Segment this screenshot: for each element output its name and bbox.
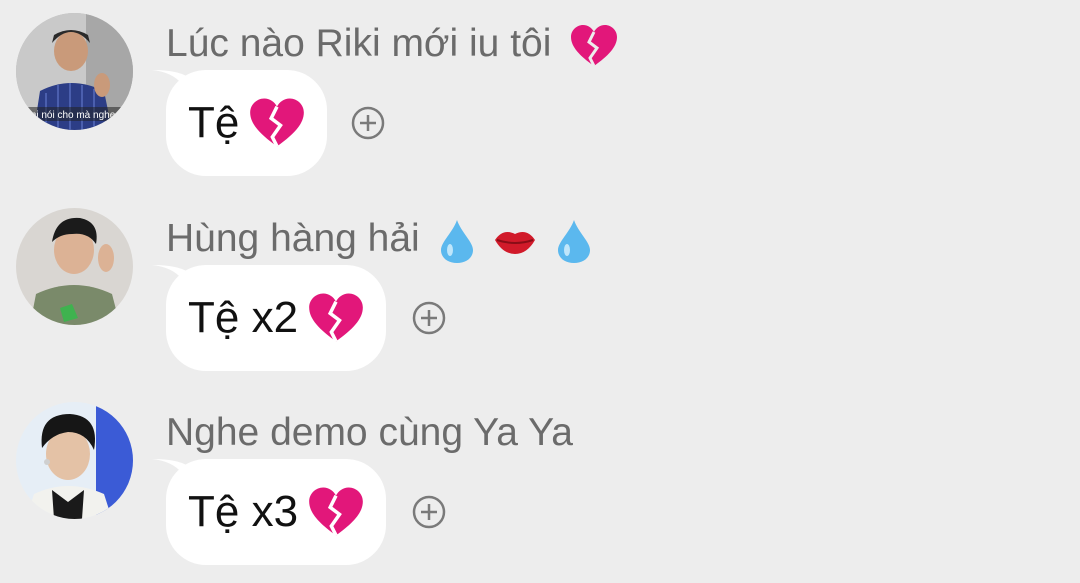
lips-icon: [495, 231, 536, 254]
avatar-caption: mị nói cho mà nghe: [28, 110, 116, 121]
message-bubble[interactable]: Tệ x2: [166, 265, 387, 371]
sender-name: Hùng hàng hải: [166, 215, 592, 264]
droplet-icon: [558, 219, 591, 263]
message-text: Tệ x2: [188, 293, 299, 342]
sender-name-text: Lúc nào Riki mới iu tôi: [166, 22, 552, 65]
broken-heart-icon: [309, 293, 363, 343]
sender-name-text: Nghe demo cùng Ya Ya: [166, 411, 573, 454]
broken-heart-icon: [309, 487, 363, 537]
avatar-photo: [16, 402, 133, 519]
message-row: Nghe demo cùng Ya Ya Tệ x3: [0, 389, 1080, 583]
avatar[interactable]: mị nói cho mà nghe: [16, 13, 133, 130]
droplet-icon: [440, 219, 473, 263]
sender-name: Lúc nào Riki mới iu tôi: [166, 20, 618, 68]
avatar[interactable]: [16, 208, 133, 325]
message-bubble[interactable]: Tệ: [166, 70, 328, 176]
message-text: Tệ x3: [188, 487, 299, 536]
broken-heart-icon: [250, 98, 305, 148]
sender-name-text: Hùng hàng hải: [166, 217, 420, 260]
plus-circle-icon[interactable]: [351, 106, 385, 140]
avatar-photo: mị nói cho mà nghe: [16, 13, 133, 130]
message-text: Tệ: [188, 98, 240, 147]
avatar[interactable]: [16, 402, 133, 519]
avatar-photo: [16, 208, 133, 325]
plus-circle-icon[interactable]: [412, 495, 446, 529]
plus-circle-icon[interactable]: [412, 301, 446, 335]
sender-name: Nghe demo cùng Ya Ya: [166, 409, 573, 457]
message-row: mị nói cho mà nghe Lúc nào Riki mới iu t…: [0, 0, 1080, 194]
message-bubble[interactable]: Tệ x3: [166, 459, 387, 565]
message-row: Hùng hàng hải Tệ x2: [0, 195, 1080, 389]
broken-heart-icon: [571, 24, 618, 67]
